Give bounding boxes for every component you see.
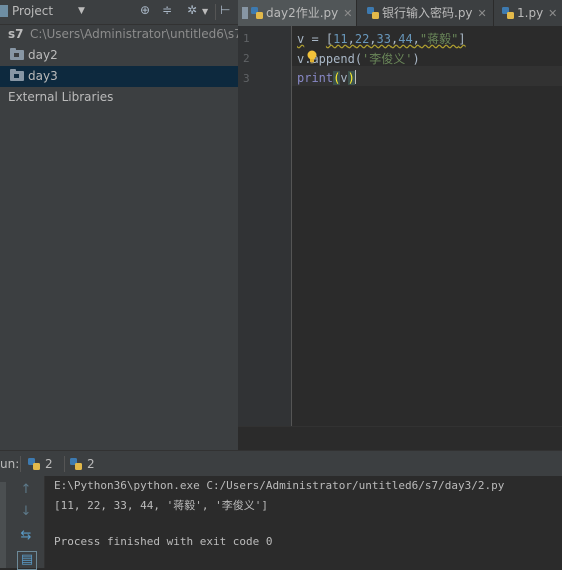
- code-number: 22: [354, 32, 370, 46]
- folder-icon: [10, 69, 24, 81]
- line-number: 2: [243, 52, 250, 65]
- editor-gutter: [238, 26, 292, 426]
- run-toolbar: ↑ ↓ ⇆ ▤: [0, 476, 45, 570]
- text-caret: [354, 70, 356, 84]
- line-number: 1: [243, 32, 250, 45]
- tab-file: day2作业.py ✕: [251, 0, 352, 27]
- tab-label: 1.py: [517, 6, 544, 20]
- run-tab-1[interactable]: 2: [28, 451, 64, 477]
- scroll-to-end-icon[interactable]: ▤: [17, 551, 37, 570]
- python-file-icon: [70, 458, 82, 470]
- close-icon[interactable]: ✕: [343, 7, 352, 20]
- side-strip: [0, 482, 6, 568]
- editor-tab-bar: day2作业.py ✕ 银行输入密码.py ✕ 1.py ✕: [238, 0, 562, 27]
- console-line: Process finished with exit code 0: [54, 535, 273, 548]
- tree-item-day3[interactable]: day3: [0, 66, 238, 87]
- code-comma: ,: [347, 32, 355, 46]
- tree-item-label: day3: [28, 69, 58, 83]
- tab-day2-homework[interactable]: day2作业.py ✕: [238, 0, 356, 26]
- code-line-1[interactable]: v = [11,22,33,44,"蒋毅"]: [297, 30, 466, 47]
- crosshair-icon[interactable]: ⊕: [140, 3, 150, 17]
- gear-icon[interactable]: ✲: [187, 3, 197, 17]
- console-line: [11, 22, 33, 44, '蒋毅', '李俊义']: [54, 499, 268, 512]
- line-number: 3: [243, 72, 250, 85]
- code-string: '李俊义': [362, 52, 413, 66]
- code-line-3[interactable]: print(v): [297, 70, 356, 85]
- console-line: E:\Python36\python.exe C:/Users/Administ…: [54, 479, 505, 492]
- soft-wrap-icon[interactable]: ⇆: [18, 528, 34, 544]
- tab-1-py[interactable]: 1.py ✕: [494, 0, 562, 26]
- python-file-icon: [28, 458, 40, 470]
- project-view-icon: [0, 5, 8, 17]
- tab-label: day2作业.py: [266, 6, 339, 20]
- code-editor[interactable]: [292, 26, 562, 426]
- divider: [64, 456, 65, 472]
- python-file-icon: [502, 7, 514, 19]
- collapse-all-icon[interactable]: ≑: [162, 3, 172, 17]
- tree-item-day2[interactable]: day2: [0, 45, 238, 66]
- code-paren: ): [412, 52, 420, 66]
- editor-footer: [238, 426, 562, 451]
- code-comma: ,: [369, 32, 377, 46]
- tree-item-external-libraries[interactable]: External Libraries: [0, 87, 238, 108]
- code-paren: ): [347, 71, 355, 85]
- code-op: =: [304, 32, 326, 46]
- tree-item-label: day2: [28, 48, 58, 62]
- code-number: 11: [333, 32, 348, 46]
- tree-root-row[interactable]: s7 C:\Users\Administrator\untitled6\s7: [0, 24, 238, 45]
- pin-icon: [242, 7, 248, 19]
- folder-icon: [10, 48, 24, 60]
- run-tab-label: 2: [87, 457, 95, 471]
- project-panel-header: Project ▼ ⊕ ≑ ✲ ▼ ⊢: [0, 0, 238, 25]
- close-icon[interactable]: ✕: [548, 7, 557, 20]
- python-file-icon: [367, 7, 379, 19]
- hide-panel-icon[interactable]: ⊢: [220, 3, 230, 17]
- close-icon[interactable]: ✕: [478, 7, 487, 20]
- root-name: s7: [8, 27, 24, 41]
- arrow-up-icon[interactable]: ↑: [18, 482, 34, 498]
- code-arg: v: [340, 71, 348, 85]
- code-number: 44: [398, 32, 413, 46]
- chevron-down-icon[interactable]: ▼: [78, 6, 85, 16]
- run-tab-label: 2: [45, 457, 53, 471]
- run-panel-header: un: 2 2: [0, 450, 562, 478]
- lightbulb-icon[interactable]: [306, 50, 318, 64]
- code-string: "蒋毅": [419, 32, 459, 46]
- tab-bank-password[interactable]: 银行输入密码.py ✕: [357, 0, 493, 26]
- code-builtin: print: [297, 71, 334, 85]
- code-comma: ,: [412, 32, 420, 46]
- arrow-down-icon[interactable]: ↓: [18, 504, 34, 520]
- code-bracket: ]: [458, 32, 466, 46]
- gear-chevron-icon[interactable]: ▼: [202, 7, 208, 16]
- tree-item-label: External Libraries: [8, 90, 114, 104]
- run-tab-2[interactable]: 2: [70, 451, 106, 477]
- python-file-icon: [251, 7, 263, 19]
- code-list: [11,22,33,44,"蒋毅"]: [326, 32, 466, 46]
- code-number: 33: [376, 32, 391, 46]
- code-paren: (: [354, 52, 363, 66]
- root-path: C:\Users\Administrator\untitled6\s7: [30, 27, 238, 41]
- run-label: un:: [0, 457, 20, 471]
- header-divider: [215, 4, 216, 20]
- project-view-label[interactable]: Project: [12, 4, 53, 18]
- tab-label: 银行输入密码.py: [382, 6, 473, 20]
- divider: [20, 456, 21, 472]
